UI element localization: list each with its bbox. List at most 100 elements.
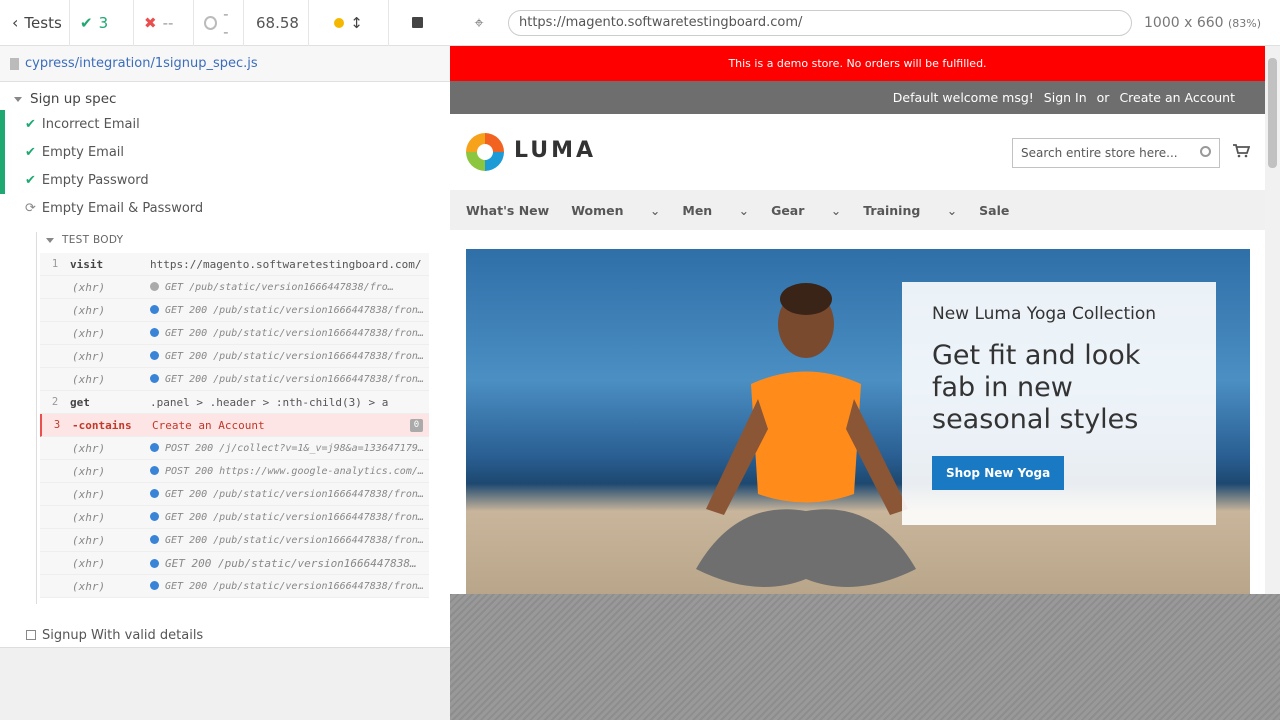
url-field[interactable]: https://magento.softwaretestingboard.com…: [508, 9, 1132, 36]
test-item[interactable]: ✔ Empty Email: [0, 138, 450, 166]
runner-header: ‹ Tests ✔ 3 ✖ -- -- 68.58 ↕: [0, 0, 450, 46]
suite-title[interactable]: Sign up spec: [14, 88, 116, 110]
check-icon: ✔: [25, 116, 36, 132]
xhr-row[interactable]: (xhr) GET 200 /pub/static/version1666447…: [40, 322, 429, 345]
pending-count: --: [194, 0, 244, 46]
hero-subtitle: Get fit and look fab in new seasonal sty…: [932, 340, 1141, 435]
stop-button[interactable]: [389, 0, 445, 46]
status-dot-icon: [334, 17, 345, 28]
xhr-row[interactable]: (xhr) GET 200 /pub/static/version1666447…: [40, 552, 429, 575]
chevron-left-icon: ‹: [12, 13, 19, 32]
welcome-message: Default welcome msg!: [892, 90, 1034, 105]
nav-women[interactable]: Women ⌄: [571, 203, 660, 218]
auto-scroll-toggle[interactable]: ↕: [309, 0, 389, 46]
status-dot-icon: [150, 535, 159, 544]
hero-banner[interactable]: New Luma Yoga Collection Get fit and loo…: [466, 249, 1250, 594]
demo-notice: This is a demo store. No orders will be …: [450, 46, 1265, 81]
hero-title: New Luma Yoga Collection: [932, 304, 1157, 324]
check-icon: ✔: [25, 172, 36, 188]
test-item[interactable]: ⟳ Empty Email & Password: [0, 194, 450, 222]
status-dot-icon: [150, 466, 159, 475]
chevron-down-icon: ⌄: [649, 202, 661, 218]
tests-label: Tests: [24, 13, 62, 32]
status-dot-icon: [150, 374, 159, 383]
search-icon[interactable]: [1200, 146, 1211, 157]
or-text: or: [1096, 90, 1110, 105]
xhr-row[interactable]: (xhr) GET 200 /pub/static/version1666447…: [40, 345, 429, 368]
logo-text[interactable]: LUMA: [514, 138, 596, 163]
chevron-down-icon: ⌄: [738, 202, 750, 218]
status-dot-icon: [150, 305, 159, 314]
yoga-model-image: [696, 283, 916, 587]
caret-down-icon: [14, 96, 22, 102]
nav-men[interactable]: Men ⌄: [682, 203, 749, 218]
check-icon: ✔: [25, 144, 36, 160]
circle-icon: [204, 15, 218, 30]
app-preview: ⌖ https://magento.softwaretestingboard.c…: [450, 0, 1280, 720]
checkbox-icon: [26, 630, 36, 640]
stop-icon: [411, 17, 423, 28]
command-list: 1 visit https://magento.softwaretestingb…: [40, 253, 429, 598]
nav-whats-new[interactable]: What's New: [466, 203, 549, 218]
xhr-row[interactable]: (xhr) POST 200 https://www.google-analyt…: [40, 460, 429, 483]
refresh-icon: ⟳: [25, 200, 36, 216]
main-nav: What's New Women ⌄ Men ⌄ Gear ⌄ Training…: [450, 190, 1265, 230]
element-count-badge: 0: [410, 419, 423, 432]
status-dot-icon: [150, 282, 159, 291]
test-item-pending[interactable]: Signup With valid details: [26, 626, 203, 644]
app-under-test: This is a demo store. No orders will be …: [450, 46, 1280, 594]
url-bar: ⌖ https://magento.softwaretestingboard.c…: [450, 0, 1280, 46]
cart-icon[interactable]: [1232, 144, 1250, 158]
test-body-toggle[interactable]: TEST BODY: [46, 232, 123, 248]
xhr-row[interactable]: (xhr) GET 200 /pub/static/version1666447…: [40, 506, 429, 529]
status-dot-icon: [150, 489, 159, 498]
scrollbar-thumb[interactable]: [1268, 58, 1277, 168]
xhr-row[interactable]: (xhr) GET /pub/static/version1666447838/…: [40, 276, 429, 299]
status-dot-icon: [150, 443, 159, 452]
shop-new-yoga-button[interactable]: Shop New Yoga: [932, 456, 1065, 490]
reporter: Sign up spec ✔ Incorrect Email ✔ Empty E…: [0, 82, 450, 648]
tests-button[interactable]: ‹ Tests: [0, 0, 70, 46]
xhr-row[interactable]: (xhr) POST 200 /j/collect?v=1&_v=j98&a=1…: [40, 437, 429, 460]
viewport-size[interactable]: 1000 x 660 (83%): [1144, 15, 1261, 31]
xhr-row[interactable]: (xhr) GET 200 /pub/static/version1666447…: [40, 299, 429, 322]
status-dot-icon: [150, 512, 159, 521]
scrollbar[interactable]: [1265, 46, 1280, 594]
status-dot-icon: [150, 559, 159, 568]
create-account-link[interactable]: Create an Account: [1119, 90, 1235, 105]
test-item[interactable]: ✔ Empty Password: [0, 166, 450, 194]
xhr-row[interactable]: (xhr) GET 200 /pub/static/version1666447…: [40, 529, 429, 552]
chevron-down-icon: ⌄: [830, 202, 842, 218]
status-dot-icon: [150, 328, 159, 337]
xhr-row[interactable]: (xhr) GET 200 /pub/static/version1666447…: [40, 368, 429, 391]
search-input[interactable]: Search entire store here...: [1012, 138, 1220, 168]
sign-in-link[interactable]: Sign In: [1044, 90, 1087, 105]
command-row[interactable]: 2 get .panel > .header > :nth-child(3) >…: [40, 391, 429, 414]
check-icon: ✔: [80, 13, 93, 32]
spec-file-bar: cypress/integration/1signup_spec.js: [0, 46, 450, 82]
command-row-failed[interactable]: 3 -contains Create an Account 0: [40, 414, 429, 437]
selector-playground-button[interactable]: ⌖: [450, 13, 508, 33]
nav-sale[interactable]: Sale: [979, 203, 1009, 218]
xhr-row[interactable]: (xhr) GET 200 /pub/static/version1666447…: [40, 483, 429, 506]
duration: 68.58: [244, 0, 309, 46]
hero-promo-panel: New Luma Yoga Collection Get fit and loo…: [902, 282, 1216, 525]
status-dot-icon: [150, 351, 159, 360]
nav-training[interactable]: Training ⌄: [863, 203, 957, 218]
file-icon: [10, 57, 19, 70]
vertical-arrows-icon: ↕: [350, 13, 363, 32]
luma-logo-icon[interactable]: [466, 133, 504, 171]
command-row[interactable]: 1 visit https://magento.softwaretestingb…: [40, 253, 429, 276]
crosshair-icon: ⌖: [474, 12, 484, 32]
passed-count: ✔ 3: [70, 0, 134, 46]
spec-file-link[interactable]: cypress/integration/1signup_spec.js: [25, 56, 258, 71]
x-icon: ✖: [144, 13, 157, 32]
nav-gear[interactable]: Gear ⌄: [771, 203, 841, 218]
caret-down-icon: [46, 237, 54, 243]
site-header: LUMA Search entire store here...: [450, 114, 1265, 190]
xhr-row[interactable]: (xhr) GET 200 /pub/static/version1666447…: [40, 575, 429, 598]
viewport-background: [450, 594, 1280, 720]
command-log-panel: ‹ Tests ✔ 3 ✖ -- -- 68.58 ↕ cypress/inte…: [0, 0, 450, 720]
test-item[interactable]: ✔ Incorrect Email: [0, 110, 450, 138]
site-header-links: Default welcome msg! Sign In or Create a…: [450, 81, 1265, 114]
